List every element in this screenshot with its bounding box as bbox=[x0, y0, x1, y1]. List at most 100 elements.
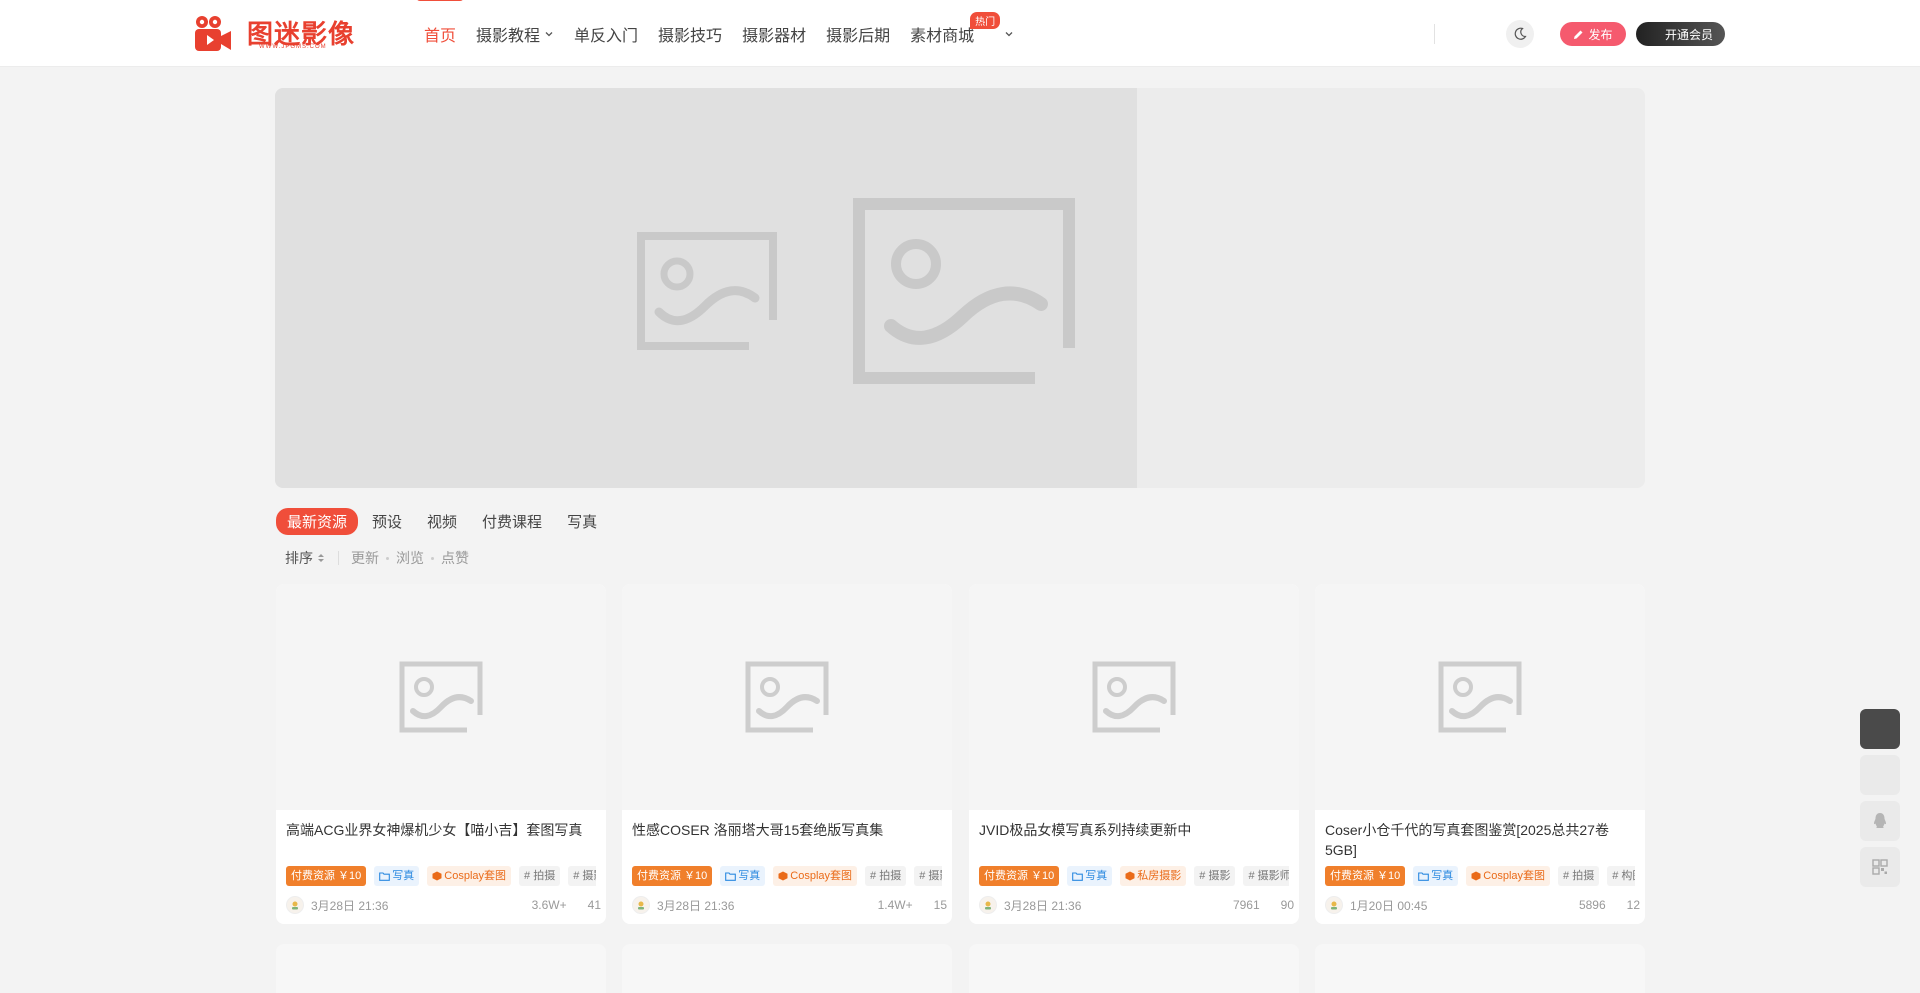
post-views: 7961 bbox=[1232, 898, 1260, 912]
sort-option-likes[interactable]: 点赞 bbox=[441, 548, 469, 568]
post-card[interactable]: JVID极品女模写真系列持续更新中 付费资源 ￥10 写真 私房摄影 # 摄影 # 摄影师… bbox=[969, 584, 1299, 924]
qrcode-icon bbox=[1872, 859, 1888, 875]
folder-icon bbox=[1072, 871, 1084, 881]
post-likes: 12 bbox=[1626, 898, 1640, 912]
sort-bar: 排序 更新 浏览 点赞 bbox=[285, 548, 469, 568]
tab-paid-courses[interactable]: 付费课程 bbox=[471, 508, 553, 535]
post-title[interactable]: Coser小仓千代的写真套图鉴赏[2025总共27卷5GB] bbox=[1325, 820, 1635, 860]
tag-orange[interactable]: Cosplay套图 bbox=[773, 866, 858, 886]
nav-dslr-basics[interactable]: 单反入门 bbox=[574, 22, 638, 46]
tag-gray[interactable]: # 拍摄 bbox=[519, 866, 561, 886]
post-tags: 付费资源 ￥10 写真 Cosplay套图 # 拍摄 # 摄影 bbox=[286, 866, 596, 888]
tag-orange[interactable]: 私房摄影 bbox=[1120, 866, 1187, 886]
tag-gray[interactable]: # 拍摄 bbox=[865, 866, 907, 886]
dot-separator bbox=[386, 556, 389, 560]
float-user-button[interactable] bbox=[1860, 709, 1900, 749]
post-date: 3月28日 21:36 bbox=[311, 898, 389, 913]
dark-mode-toggle[interactable] bbox=[1506, 20, 1534, 48]
nav-asset-store[interactable]: 素材商城 热门 bbox=[910, 11, 1014, 46]
tag-blue[interactable]: 写真 bbox=[1067, 866, 1113, 886]
author-avatar[interactable] bbox=[632, 896, 650, 914]
post-thumbnail[interactable] bbox=[276, 584, 606, 810]
post-meta: 3月28日 21:36 1.4W+ 15 bbox=[632, 894, 947, 916]
tab-videos[interactable]: 视频 bbox=[416, 508, 468, 535]
nav-photo-tips[interactable]: 摄影技巧 bbox=[658, 22, 722, 46]
post-tags: 付费资源 ￥10 写真 私房摄影 # 摄影 # 摄影师 bbox=[979, 866, 1289, 888]
folder-icon bbox=[379, 871, 391, 881]
author-avatar[interactable] bbox=[1325, 896, 1343, 914]
image-placeholder-icon bbox=[399, 661, 483, 733]
image-placeholder-icon bbox=[637, 232, 777, 350]
tag-pay[interactable]: 付费资源 ￥10 bbox=[632, 866, 713, 886]
float-qrcode-button[interactable] bbox=[1860, 847, 1900, 887]
tab-latest[interactable]: 最新资源 bbox=[276, 508, 359, 535]
post-tags: 付费资源 ￥10 写真 Cosplay套图 # 拍摄 # 摄影 bbox=[632, 866, 942, 888]
author-avatar[interactable] bbox=[979, 896, 997, 914]
post-card[interactable]: 高端ACG业界女神爆机少女【喵小吉】套图写真 付费资源 ￥10 写真 Cosplay套… bbox=[276, 584, 606, 924]
post-card-partial bbox=[622, 944, 952, 993]
float-service-button[interactable] bbox=[1860, 755, 1900, 795]
tab-presets[interactable]: 预设 bbox=[361, 508, 413, 535]
chevron-down-icon bbox=[545, 31, 553, 36]
tag-blue[interactable]: 写真 bbox=[374, 866, 420, 886]
post-date: 1月20日 00:45 bbox=[1350, 898, 1428, 913]
author-avatar[interactable] bbox=[286, 896, 304, 914]
tag-gray[interactable]: # 摄影 bbox=[1194, 866, 1236, 886]
post-likes: 41 bbox=[587, 898, 601, 912]
post-thumbnail[interactable] bbox=[1315, 584, 1645, 810]
box-icon bbox=[432, 871, 442, 881]
tag-gray[interactable]: # 摄影 bbox=[568, 866, 596, 886]
tag-blue[interactable]: 写真 bbox=[720, 866, 766, 886]
avatar-icon bbox=[1331, 901, 1337, 910]
sort-option-views[interactable]: 浏览 bbox=[396, 548, 424, 568]
tag-pay[interactable]: 付费资源 ￥10 bbox=[286, 866, 367, 886]
tag-pay[interactable]: 付费资源 ￥10 bbox=[1325, 866, 1406, 886]
avatar-icon bbox=[292, 901, 298, 910]
post-meta: 1月20日 00:45 5896 12 bbox=[1325, 894, 1640, 916]
sort-dropdown[interactable]: 排序 bbox=[285, 548, 326, 568]
tag-blue[interactable]: 写真 bbox=[1413, 866, 1459, 886]
box-icon bbox=[1125, 871, 1135, 881]
banner-carousel[interactable] bbox=[275, 88, 1645, 488]
tab-portraits[interactable]: 写真 bbox=[556, 508, 608, 535]
nav-post-processing[interactable]: 摄影后期 bbox=[826, 22, 890, 46]
sort-option-updated[interactable]: 更新 bbox=[351, 548, 379, 568]
post-title[interactable]: 高端ACG业界女神爆机少女【喵小吉】套图写真 bbox=[286, 820, 596, 840]
tag-gray[interactable]: # 拍摄 bbox=[1558, 866, 1600, 886]
post-title[interactable]: 性感COSER 洛丽塔大哥15套绝版写真集 bbox=[632, 820, 942, 840]
tag-gray[interactable]: # 构图 bbox=[1607, 866, 1635, 886]
category-tabs: 最新资源 预设 视频 付费课程 写真 bbox=[276, 508, 611, 535]
float-qq-button[interactable] bbox=[1860, 801, 1900, 841]
post-date: 3月28日 21:36 bbox=[1004, 898, 1082, 913]
post-views: 5896 bbox=[1578, 898, 1606, 912]
site-logo[interactable]: 图迷影像 WWW.JPGMS.COM bbox=[193, 14, 363, 54]
avatar-icon bbox=[985, 901, 991, 910]
vip-button[interactable]: 开通会员 bbox=[1636, 22, 1725, 46]
post-thumbnail[interactable] bbox=[622, 584, 952, 810]
moon-icon bbox=[1514, 27, 1527, 40]
post-card[interactable]: Coser小仓千代的写真套图鉴赏[2025总共27卷5GB] 付费资源 ￥10 写真… bbox=[1315, 584, 1645, 924]
post-card-partial bbox=[276, 944, 606, 993]
qq-icon bbox=[1874, 813, 1886, 828]
box-icon bbox=[778, 871, 788, 881]
nav-gear[interactable]: 摄影器材 bbox=[742, 22, 806, 46]
post-card-partial bbox=[969, 944, 1299, 993]
post-tags: 付费资源 ￥10 写真 Cosplay套图 # 拍摄 # 构图 bbox=[1325, 866, 1635, 888]
post-thumbnail[interactable] bbox=[969, 584, 1299, 810]
post-card[interactable]: 性感COSER 洛丽塔大哥15套绝版写真集 付费资源 ￥10 写真 Cosplay套图… bbox=[622, 584, 952, 924]
tag-orange[interactable]: Cosplay套图 bbox=[1466, 866, 1551, 886]
tag-orange[interactable]: Cosplay套图 bbox=[427, 866, 512, 886]
post-views: 1.4W+ bbox=[877, 898, 913, 912]
publish-button[interactable]: 发布 bbox=[1560, 22, 1626, 46]
post-likes: 15 bbox=[933, 898, 947, 912]
tag-pay[interactable]: 付费资源 ￥10 bbox=[979, 866, 1060, 886]
post-title[interactable]: JVID极品女模写真系列持续更新中 bbox=[979, 820, 1289, 840]
tag-gray[interactable]: # 摄影 bbox=[914, 866, 942, 886]
folder-icon bbox=[725, 871, 737, 881]
tag-gray[interactable]: # 摄影师 bbox=[1243, 866, 1289, 886]
pencil-icon bbox=[1574, 30, 1583, 39]
nav-home[interactable]: 首页 bbox=[415, 0, 465, 46]
nav-tutorials[interactable]: 摄影教程 bbox=[476, 22, 554, 46]
post-date: 3月28日 21:36 bbox=[657, 898, 735, 913]
image-placeholder-icon bbox=[1438, 661, 1522, 733]
